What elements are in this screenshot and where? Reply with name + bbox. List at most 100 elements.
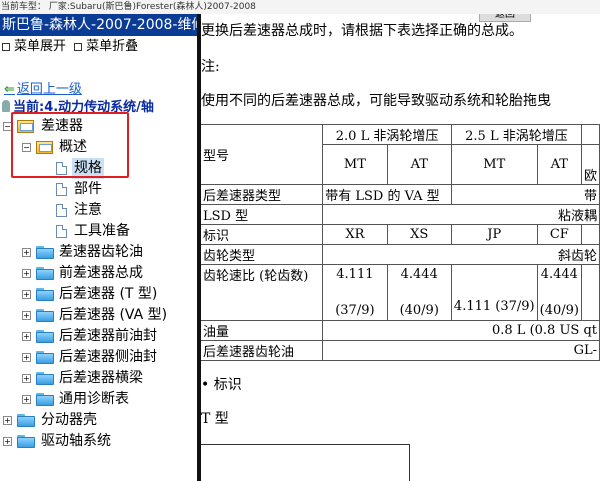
oil-capacity-label: 油量 xyxy=(201,320,324,341)
folder-icon xyxy=(36,246,54,259)
collapse-menu-label: 菜单折叠 xyxy=(86,39,139,54)
tree-node-components[interactable]: 部件 xyxy=(0,179,197,200)
expand-icon xyxy=(2,42,10,51)
collapse-menu-button[interactable]: 菜单折叠 xyxy=(74,39,138,54)
expand-toggle-icon[interactable]: + xyxy=(22,248,31,257)
diagram-figure xyxy=(201,444,410,481)
at2-cell: AT xyxy=(536,144,582,185)
document-icon xyxy=(56,183,67,196)
tree-node-label: 通用诊断表 xyxy=(59,391,129,407)
menu-toggle-row: 菜单展开 菜单折叠 xyxy=(0,36,197,58)
spec-table: 型号 2.0 L 非涡轮增压 2.5 L 非涡轮增压 MT AT MT AT 欧… xyxy=(201,124,600,361)
mark-xs: XS xyxy=(386,224,452,245)
tree-node-label: 后差速器侧油封 xyxy=(59,349,157,365)
tree-node-label: 后差速器 (T 型) xyxy=(59,286,158,302)
oil-capacity-value: 0.8 L (0.8 US qt xyxy=(322,320,600,341)
ratio-2-teeth: (40/9) xyxy=(399,302,439,318)
lsd-type-label: LSD 型 xyxy=(201,204,324,225)
ratio-3: 4.111 (37/9) xyxy=(450,264,538,321)
ratio-4: 4.444 (40/9) xyxy=(536,264,582,321)
gear-type-label: 齿轮类型 xyxy=(201,244,324,265)
engine-1-cell: 2.0 L 非涡轮增压 xyxy=(322,124,452,145)
tree-node-label: 部件 xyxy=(74,181,102,197)
folder-icon xyxy=(36,330,54,343)
back-arrow-icon: ⇐ xyxy=(4,82,15,97)
mark-label: 标识 xyxy=(201,224,324,245)
content-pane: 返回 更换后差速器总成时，请根据下表选择正确的总成。 注: 使用不同的后差速器总… xyxy=(201,14,600,481)
tree-node-side-seal[interactable]: + 后差速器侧油封 xyxy=(0,347,197,368)
expand-menu-button[interactable]: 菜单展开 xyxy=(2,39,66,54)
rear-diff-type-value: 带有 LSD 的 VA 型 xyxy=(322,184,452,205)
folder-icon xyxy=(36,267,54,280)
tree-node-label: 注意 xyxy=(74,202,102,218)
vehicle-info-text: 当前车型： 厂家:Subaru(斯巴鲁)Forester(森林人)2007-20… xyxy=(1,2,256,12)
ratio-1: 4.111 (37/9) xyxy=(322,264,388,321)
mark-bullet: • 标识 xyxy=(201,377,242,393)
tree-node-crossmember[interactable]: + 后差速器横梁 xyxy=(0,368,197,389)
sidebar-title: 斯巴鲁-森林人-2007-2008-维修 xyxy=(0,14,197,36)
tree-node-label: 后差速器 (VA 型) xyxy=(59,307,168,323)
tree-node-rear-diff-va[interactable]: + 后差速器 (VA 型) xyxy=(0,305,197,326)
tree-node-driveshaft[interactable]: + 驱动轴系统 xyxy=(0,431,197,452)
tree-node-label: 驱动轴系统 xyxy=(41,433,111,449)
rear-diff-type-value-2: 带 xyxy=(450,184,600,205)
tree-node-label: 前差速器总成 xyxy=(59,265,143,281)
mt2-cell: MT xyxy=(450,144,538,185)
expand-toggle-icon[interactable]: + xyxy=(3,437,12,446)
t-type-label: T 型 xyxy=(201,411,229,427)
back-link[interactable]: ⇐ 返回上一级 xyxy=(4,78,82,97)
tree-node-label: 后差速器横梁 xyxy=(59,370,143,386)
tree-node-diagnostics[interactable]: + 通用诊断表 xyxy=(0,389,197,410)
ratio-4-teeth: (40/9) xyxy=(539,302,579,318)
ratio-1-teeth: (37/9) xyxy=(335,302,375,318)
gear-type-value: 斜齿轮 xyxy=(322,244,600,265)
expand-toggle-icon[interactable]: + xyxy=(22,269,31,278)
expand-toggle-icon[interactable]: + xyxy=(22,290,31,299)
note-text: 使用不同的后差速器总成，可能导致驱动系统和轮胎拖曳 xyxy=(201,93,551,109)
tree-node-gear-oil[interactable]: + 差速器齿轮油 xyxy=(0,242,197,263)
expand-toggle-icon[interactable]: + xyxy=(22,374,31,383)
folder-icon xyxy=(17,414,35,427)
ratio-2: 4.444 (40/9) xyxy=(386,264,452,321)
tree-node-caution[interactable]: 注意 xyxy=(0,200,197,221)
back-link-label: 返回上一级 xyxy=(16,82,82,97)
mt-cell: MT xyxy=(322,144,388,185)
expand-toggle-icon[interactable]: + xyxy=(3,416,12,425)
document-icon xyxy=(56,204,67,217)
mark-xr: XR xyxy=(322,224,388,245)
tree-node-label: 分动器壳 xyxy=(41,412,97,428)
sidebar: 斯巴鲁-森林人-2007-2008-维修 菜单展开 菜单折叠 ⇐ 返回上一级 当前… xyxy=(0,14,197,481)
folder-icon xyxy=(17,435,35,448)
lsd-type-value: 粘液耦 xyxy=(322,204,600,225)
tree-node-transfer-case[interactable]: + 分动器壳 xyxy=(0,410,197,431)
expand-toggle-icon[interactable]: + xyxy=(22,332,31,341)
expand-menu-label: 菜单展开 xyxy=(14,39,67,54)
tree-node-front-seal[interactable]: + 后差速器前油封 xyxy=(0,326,197,347)
document-icon xyxy=(56,225,67,238)
tree-node-label: 差速器齿轮油 xyxy=(59,244,143,260)
folder-icon xyxy=(36,393,54,406)
expand-toggle-icon[interactable]: + xyxy=(22,353,31,362)
folder-icon xyxy=(36,372,54,385)
folder-icon xyxy=(36,351,54,364)
diff-oil-value: GL- xyxy=(322,340,600,361)
expand-toggle-icon[interactable]: + xyxy=(22,311,31,320)
diff-oil-label: 后差速器齿轮油 xyxy=(201,340,324,361)
gear-ratio-label: 齿轮速比 (轮齿数) xyxy=(201,264,324,321)
folder-icon xyxy=(36,309,54,322)
expand-toggle-icon[interactable]: + xyxy=(22,395,31,404)
intro-text: 更换后差速器总成时，请根据下表选择正确的总成。 xyxy=(201,23,523,39)
rear-diff-type-label: 后差速器类型 xyxy=(201,184,324,205)
tree-node-front-diff[interactable]: + 前差速器总成 xyxy=(0,263,197,284)
user-icon xyxy=(2,100,10,112)
tree-node-tools[interactable]: 工具准备 xyxy=(0,221,197,242)
region-cell: 欧 xyxy=(580,144,600,185)
model-label-cell: 型号 xyxy=(201,124,324,185)
tree-node-rear-diff-t[interactable]: + 后差速器 (T 型) xyxy=(0,284,197,305)
folder-icon xyxy=(36,288,54,301)
highlight-box xyxy=(11,112,129,178)
engine-2-cell: 2.5 L 非涡轮增压 xyxy=(450,124,582,145)
mark-jp: JP xyxy=(450,224,538,245)
ratio-1-value: 4.111 xyxy=(336,266,374,282)
collapse-icon xyxy=(74,42,83,51)
